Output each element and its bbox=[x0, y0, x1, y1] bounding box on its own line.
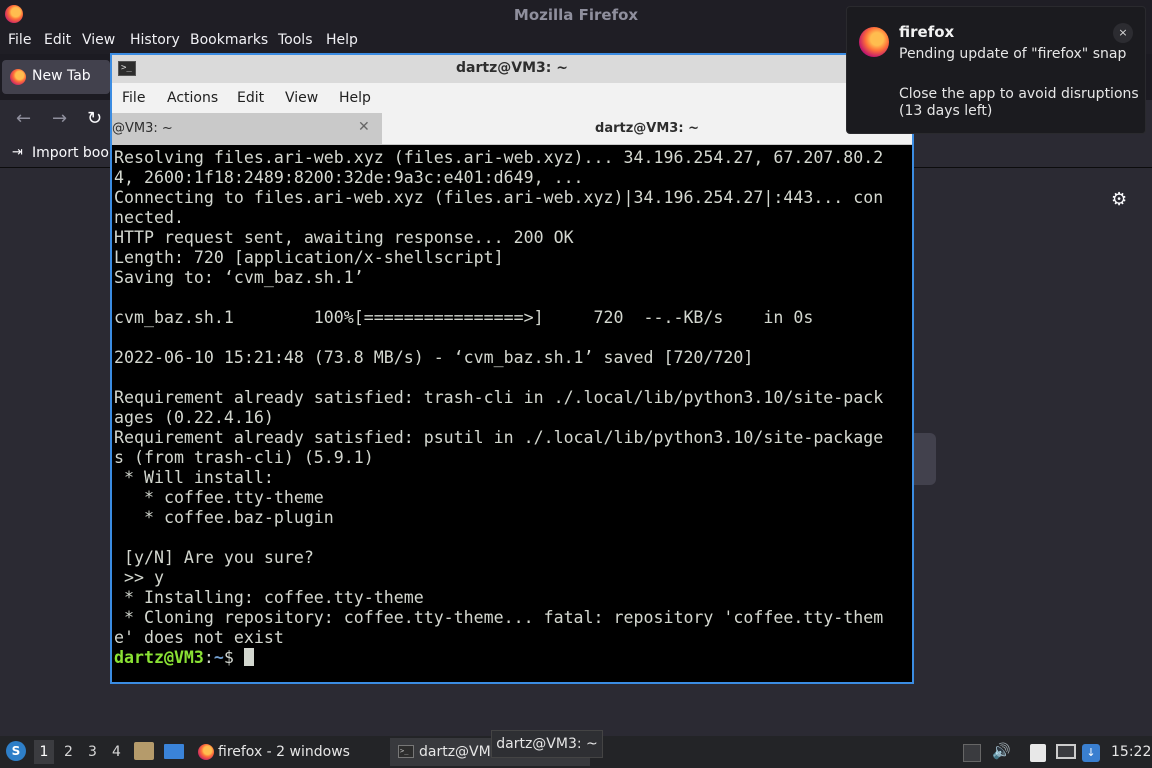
menu-edit[interactable]: Edit bbox=[44, 32, 71, 48]
show-desktop-icon[interactable] bbox=[164, 744, 184, 759]
prompt-user: dartz@VM3 bbox=[114, 648, 204, 667]
command-output: Resolving files.ari-web.xyz (files.ari-w… bbox=[114, 148, 884, 647]
workspace-2[interactable]: 2 bbox=[64, 744, 73, 760]
terminal-cursor bbox=[243, 648, 254, 666]
notification-summary: Pending update of "firefox" snap bbox=[899, 46, 1127, 62]
terminal-titlebar[interactable]: >_ dartz@VM3: ~ bbox=[112, 55, 912, 83]
tray-arrow-icon[interactable] bbox=[963, 744, 981, 762]
prompt-symbol: $ bbox=[223, 648, 244, 667]
clipboard-icon[interactable] bbox=[1030, 744, 1046, 762]
forward-arrow-icon[interactable]: → bbox=[52, 108, 67, 129]
network-icon[interactable] bbox=[1056, 744, 1076, 759]
snap-update-notification[interactable]: firefox × Pending update of "firefox" sn… bbox=[846, 6, 1146, 134]
menu-help[interactable]: Help bbox=[326, 32, 358, 48]
import-bookmarks-link[interactable]: Import book bbox=[32, 145, 117, 161]
term-menu-edit[interactable]: Edit bbox=[237, 90, 264, 106]
gear-icon[interactable]: ⚙ bbox=[1111, 189, 1127, 210]
taskbar-item-label: dartz@VM bbox=[419, 744, 491, 760]
terminal-icon: >_ bbox=[398, 745, 414, 758]
tab-label: New Tab bbox=[32, 68, 91, 84]
notification-body: Close the app to avoid disruptions (13 d… bbox=[899, 86, 1139, 119]
tab-new-tab[interactable]: New Tab bbox=[2, 60, 110, 94]
update-notifier-icon[interactable]: ↓ bbox=[1082, 744, 1100, 762]
start-menu-button[interactable]: S bbox=[6, 741, 26, 761]
taskbar-item-label: firefox - 2 windows bbox=[218, 744, 350, 760]
term-menu-help[interactable]: Help bbox=[339, 90, 371, 106]
terminal-menubar: File Actions Edit View Help bbox=[112, 83, 912, 113]
volume-icon[interactable]: 🔊 bbox=[992, 742, 1011, 760]
firefox-icon bbox=[10, 69, 26, 85]
firefox-icon bbox=[198, 744, 214, 760]
terminal-text: Resolving files.ari-web.xyz (files.ari-w… bbox=[114, 148, 912, 668]
menu-bookmarks[interactable]: Bookmarks bbox=[190, 32, 268, 48]
tab-label: dartz@VM3: ~ bbox=[595, 121, 699, 136]
menu-view[interactable]: View bbox=[82, 32, 115, 48]
term-menu-file[interactable]: File bbox=[122, 90, 145, 106]
terminal-window: >_ dartz@VM3: ~ File Actions Edit View H… bbox=[110, 53, 914, 684]
tab-label: @VM3: ~ bbox=[112, 121, 173, 136]
firefox-icon bbox=[859, 27, 889, 57]
terminal-output[interactable]: Resolving files.ari-web.xyz (files.ari-w… bbox=[112, 145, 912, 682]
menu-history[interactable]: History bbox=[130, 32, 180, 48]
notification-app-name: firefox bbox=[899, 23, 955, 41]
menu-tools[interactable]: Tools bbox=[278, 32, 313, 48]
term-menu-actions[interactable]: Actions bbox=[167, 90, 218, 106]
workspace-3[interactable]: 3 bbox=[88, 744, 97, 760]
back-arrow-icon[interactable]: ← bbox=[16, 108, 31, 129]
workspace-1[interactable]: 1 bbox=[34, 740, 54, 764]
terminal-tab[interactable]: @VM3: ~ ✕ bbox=[112, 113, 382, 144]
taskbar-tooltip: dartz@VM3: ~ bbox=[491, 730, 603, 758]
terminal-tab-active[interactable]: dartz@VM3: ~ bbox=[382, 113, 912, 144]
terminal-title: dartz@VM3: ~ bbox=[456, 60, 568, 76]
taskbar-item-firefox[interactable]: firefox - 2 windows bbox=[192, 738, 384, 766]
terminal-tabs: @VM3: ~ ✕ dartz@VM3: ~ bbox=[112, 113, 912, 145]
term-menu-view[interactable]: View bbox=[285, 90, 318, 106]
workspace-4[interactable]: 4 bbox=[112, 744, 121, 760]
prompt-separator: : bbox=[203, 648, 214, 667]
close-icon[interactable]: × bbox=[1113, 23, 1133, 43]
prompt-path: ~ bbox=[213, 648, 224, 667]
reload-icon[interactable]: ↻ bbox=[87, 108, 102, 129]
import-icon: ⇥ bbox=[12, 145, 23, 160]
menu-file[interactable]: File bbox=[8, 32, 31, 48]
close-icon[interactable]: ✕ bbox=[358, 119, 370, 135]
file-manager-icon[interactable] bbox=[134, 742, 154, 760]
clock[interactable]: 15:22 bbox=[1111, 744, 1151, 760]
